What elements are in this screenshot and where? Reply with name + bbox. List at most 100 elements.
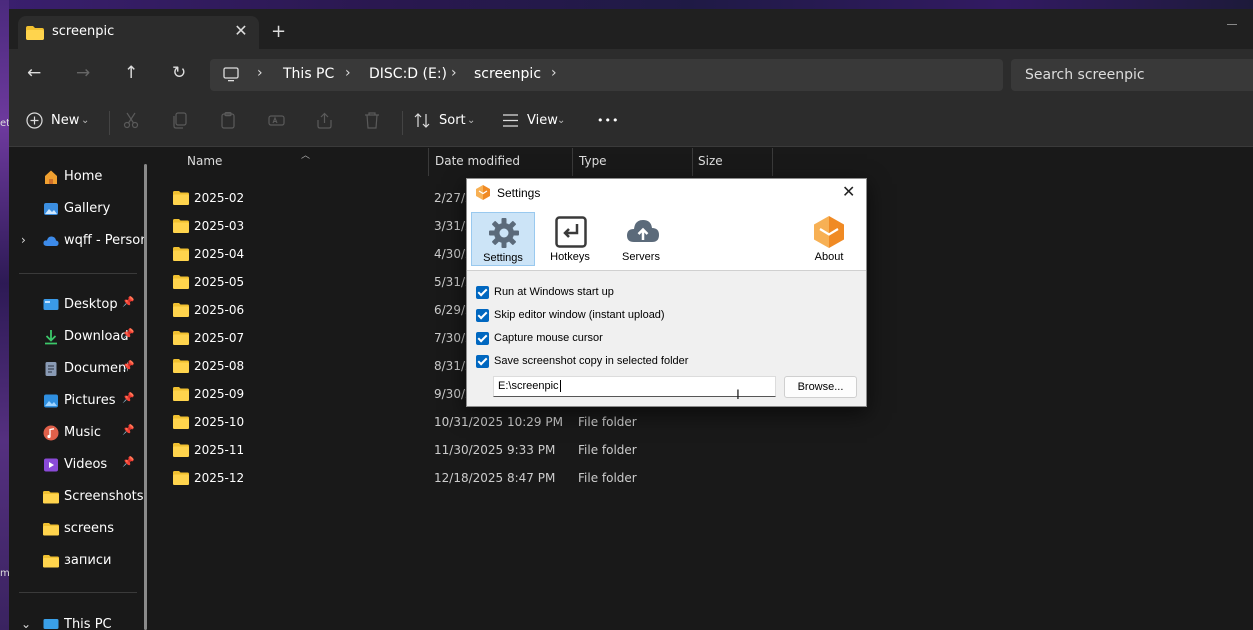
tab-about[interactable]: About <box>798 212 862 266</box>
copy-icon[interactable] <box>172 112 188 129</box>
sidebar-item-label: Desktop <box>64 297 118 312</box>
file-name: 2025-04 <box>194 247 245 261</box>
sidebar-item-documents[interactable]: Document 📌 <box>9 355 149 383</box>
sidebar-item-label: Pictures <box>64 393 116 408</box>
file-name: 2025-12 <box>194 471 245 485</box>
pin-icon[interactable]: 📌 <box>122 393 134 404</box>
column-header-type[interactable]: Type <box>573 148 692 176</box>
share-icon[interactable] <box>316 112 333 129</box>
tab-hotkeys[interactable]: Hotkeys <box>539 212 603 266</box>
tool-label: Servers <box>622 251 660 263</box>
breadcrumb-screenpic[interactable]: screenpic <box>474 66 541 82</box>
chevron-right-icon[interactable]: › <box>551 65 557 81</box>
cloud-upload-icon <box>627 220 659 242</box>
folder-path-value: E:\screenpic <box>498 380 559 392</box>
tab-screenpic[interactable]: screenpic ✕ <box>18 16 259 49</box>
settings-dialog: Settings ✕ Settings Hotkeys Servers Abou… <box>466 178 867 407</box>
sidebar-item-downloads[interactable]: Download: 📌 <box>9 323 149 351</box>
new-tab-button[interactable]: + <box>271 21 286 42</box>
breadcrumb-disc-d[interactable]: DISC:D (E:) <box>369 66 447 82</box>
close-tab-icon[interactable]: ✕ <box>231 21 251 40</box>
chevron-right-icon[interactable]: › <box>345 65 351 81</box>
sort-button[interactable]: Sort <box>439 113 466 128</box>
folder-icon <box>173 219 189 233</box>
column-header-date[interactable]: Date modified <box>429 148 572 176</box>
dialog-toolbar: Settings Hotkeys Servers About <box>467 207 866 271</box>
folder-icon <box>173 471 189 485</box>
sidebar-item-desktop[interactable]: Desktop 📌 <box>9 291 149 319</box>
tool-label: About <box>814 251 844 263</box>
up-button[interactable]: ↑ <box>124 63 138 83</box>
checkbox-checked[interactable] <box>476 286 489 299</box>
dialog-titlebar[interactable]: Settings ✕ <box>467 179 866 207</box>
chevron-right-icon[interactable]: › <box>21 233 26 247</box>
view-button[interactable]: View <box>527 113 558 128</box>
rename-icon[interactable] <box>268 112 285 129</box>
pin-icon[interactable]: 📌 <box>122 329 134 340</box>
table-row[interactable]: 2025-11 11/30/2025 9:33 PM File folder <box>166 436 766 464</box>
chevron-down-icon: ⌄ <box>557 115 566 126</box>
option-label: Save screenshot copy in selected folder <box>494 355 689 367</box>
close-icon[interactable]: ✕ <box>842 182 855 202</box>
sidebar-item-zapisi[interactable]: записи <box>9 547 149 575</box>
sidebar-item-onedrive[interactable]: › wqff - Person <box>9 227 149 255</box>
sidebar-item-label: записи <box>64 553 112 568</box>
folder-icon <box>173 387 189 401</box>
browse-button[interactable]: Browse... <box>784 376 857 398</box>
home-icon <box>45 170 57 184</box>
breadcrumb-this-pc[interactable]: This PC <box>283 66 334 82</box>
tab-servers[interactable]: Servers <box>610 212 674 266</box>
pin-icon[interactable]: 📌 <box>122 361 134 372</box>
file-name: 2025-05 <box>194 275 245 289</box>
minimize-button[interactable] <box>1227 24 1237 25</box>
checkbox-checked[interactable] <box>476 309 489 322</box>
folder-icon <box>173 275 189 289</box>
back-button[interactable]: ← <box>27 63 41 83</box>
folder-icon <box>43 555 59 568</box>
new-button[interactable]: New <box>51 113 79 128</box>
column-header-size[interactable]: Size <box>693 148 772 176</box>
table-row[interactable]: 2025-10 10/31/2025 10:29 PM File folder <box>166 408 766 436</box>
folder-path-input[interactable]: E:\screenpic <box>493 376 776 397</box>
gear-icon <box>489 218 519 248</box>
sidebar-item-screens[interactable]: screens <box>9 515 149 543</box>
file-name: 2025-11 <box>194 443 245 457</box>
paste-icon[interactable] <box>220 112 236 129</box>
sidebar-scrollbar[interactable] <box>144 164 147 630</box>
checkbox-checked[interactable] <box>476 332 489 345</box>
sidebar-item-videos[interactable]: Videos 📌 <box>9 451 149 479</box>
file-date: 10/31/2025 10:29 PM <box>434 415 563 429</box>
sidebar-item-home[interactable]: Home <box>9 163 149 191</box>
column-divider[interactable] <box>772 148 773 176</box>
pin-icon[interactable]: 📌 <box>122 425 134 436</box>
text-caret <box>559 380 561 392</box>
search-placeholder: Search screenpic <box>1025 67 1145 83</box>
delete-icon[interactable] <box>364 112 380 129</box>
more-options-button[interactable]: ••• <box>597 114 619 127</box>
cut-icon[interactable] <box>123 112 139 129</box>
text-cursor-icon: I <box>736 386 740 402</box>
chevron-down-icon[interactable]: ⌄ <box>21 617 31 630</box>
tab-settings[interactable]: Settings <box>471 212 535 266</box>
checkbox-checked[interactable] <box>476 355 489 368</box>
explorer-window: screenpic ✕ + ← → ↑ ↻ › This PC › DISC:D… <box>9 9 1253 630</box>
sidebar-item-pictures[interactable]: Pictures 📌 <box>9 387 149 415</box>
column-header-label: Type <box>579 154 607 168</box>
table-row[interactable]: 2025-12 12/18/2025 8:47 PM File folder <box>166 464 766 492</box>
column-header-name[interactable]: Name <box>156 148 428 176</box>
address-bar[interactable]: › This PC › DISC:D (E:) › screenpic › <box>210 59 1003 91</box>
music-icon <box>43 425 59 441</box>
file-type: File folder <box>578 443 637 457</box>
chevron-right-icon[interactable]: › <box>451 65 457 81</box>
pin-icon[interactable]: 📌 <box>122 457 134 468</box>
folder-icon <box>43 491 59 504</box>
sidebar-item-gallery[interactable]: Gallery <box>9 195 149 223</box>
sidebar-item-screenshots[interactable]: Screenshots <box>9 483 149 511</box>
refresh-button[interactable]: ↻ <box>172 63 186 83</box>
sidebar-item-music[interactable]: Music 📌 <box>9 419 149 447</box>
sidebar-item-this-pc[interactable]: ⌄ This PC <box>9 611 149 630</box>
forward-button[interactable]: → <box>76 63 90 83</box>
pin-icon[interactable]: 📌 <box>122 297 134 308</box>
search-input[interactable]: Search screenpic <box>1011 59 1253 91</box>
chevron-right-icon[interactable]: › <box>257 65 263 81</box>
